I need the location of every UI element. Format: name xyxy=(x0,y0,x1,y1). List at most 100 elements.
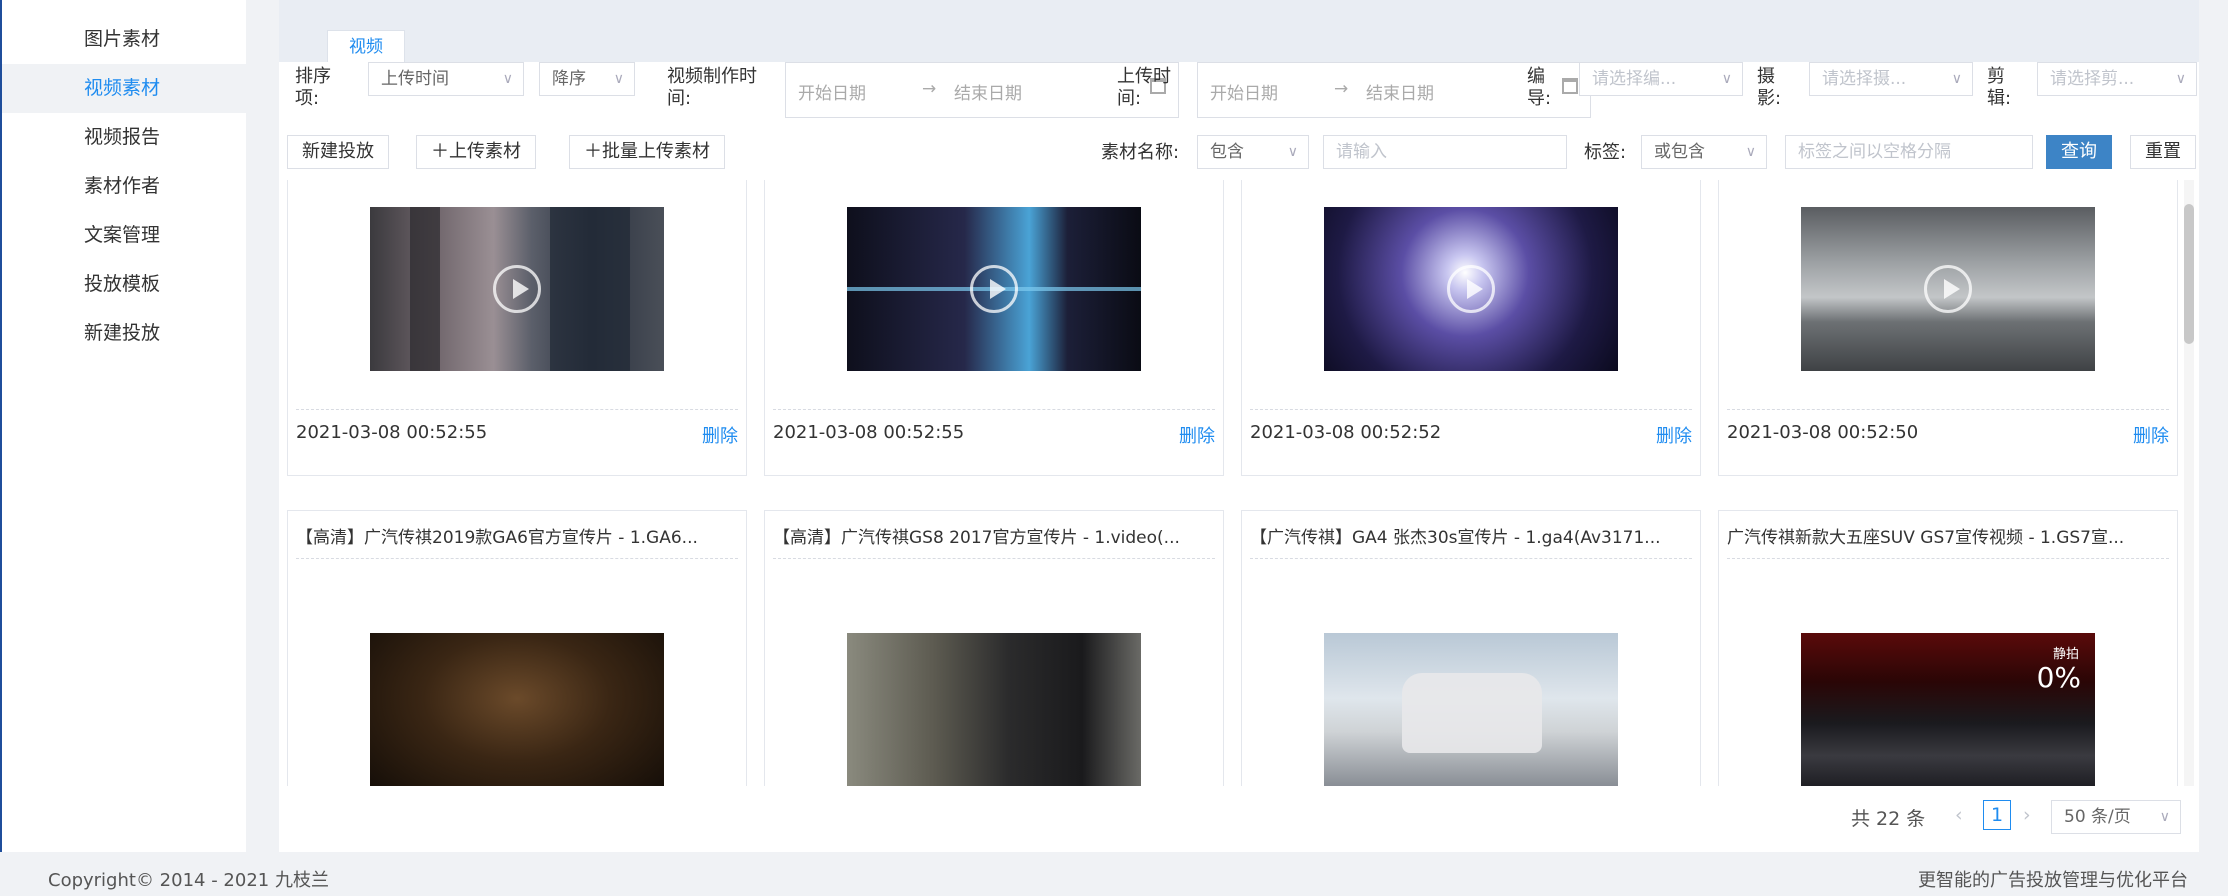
content-area: 排序项: 上传时间 ∨ 降序 ∨ 视频制作时间: 开始日期 → 结束日期 上传时 xyxy=(279,62,2199,852)
delete-link[interactable]: 删除 xyxy=(1179,422,1215,448)
slogan: 更智能的广告投放管理与优化平台 xyxy=(1918,870,2188,891)
video-title: 广汽传祺新款大五座SUV GS7宣传视频 - 1.GS7宣... xyxy=(1727,523,2169,559)
video-card[interactable]: 2021-03-08 00:52:52 删除 xyxy=(1241,180,1701,476)
sidebar: 图片素材 视频素材 视频报告 素材作者 文案管理 投放模板 新建投放 xyxy=(0,0,246,852)
upload-button[interactable]: ＋上传素材 xyxy=(416,135,536,169)
tab-bar: 视频 xyxy=(279,0,2199,62)
upload-date: 2021-03-08 00:52:55 xyxy=(773,422,965,443)
overlay-value: 0% xyxy=(2036,661,2081,694)
video-thumbnail[interactable]: 静拍 0% xyxy=(1801,633,2095,786)
sidebar-item-copy-management[interactable]: 文案管理 xyxy=(2,211,246,260)
video-thumbnail[interactable] xyxy=(370,633,664,786)
tag-input[interactable]: 标签之间以空格分隔 xyxy=(1785,135,2033,169)
video-thumbnail[interactable] xyxy=(1324,207,1618,371)
card-footer: 2021-03-08 00:52:52 删除 xyxy=(1250,409,1692,469)
director-label: 编导: xyxy=(1527,66,1552,109)
video-thumbnail[interactable] xyxy=(847,207,1141,371)
make-start-date[interactable]: 开始日期 xyxy=(798,79,866,104)
upload-date: 2021-03-08 00:52:55 xyxy=(296,422,488,443)
tag-match-value: 或包含 xyxy=(1654,142,1705,162)
video-thumbnail[interactable] xyxy=(1324,633,1618,786)
range-arrow: → xyxy=(922,79,937,99)
new-campaign-button[interactable]: 新建投放 xyxy=(287,135,389,169)
delete-link[interactable]: 删除 xyxy=(702,422,738,448)
make-end-date[interactable]: 结束日期 xyxy=(954,79,1022,104)
pagination-total: 共 22 条 xyxy=(1851,808,1926,830)
camera-select[interactable]: 请选择摄... ∨ xyxy=(1809,62,1973,96)
director-select[interactable]: 请选择编... ∨ xyxy=(1579,62,1743,96)
play-icon[interactable] xyxy=(1447,265,1495,313)
camera-label: 摄影: xyxy=(1757,66,1782,109)
upload-button-label: 上传素材 xyxy=(449,141,521,162)
sidebar-item-video-report[interactable]: 视频报告 xyxy=(2,113,246,162)
editor-label: 剪辑: xyxy=(1987,66,2012,109)
page-number[interactable]: 1 xyxy=(1983,800,2011,830)
video-card[interactable]: 【广汽传祺】GA4 张杰30s宣传片 - 1.ga4(Av3171... xyxy=(1241,510,1701,786)
sidebar-item-asset-authors[interactable]: 素材作者 xyxy=(2,162,246,211)
main-panel: 视频 排序项: 上传时间 ∨ 降序 ∨ 视频制作时间: 开始日期 → 结束日期 xyxy=(279,0,2199,852)
asset-name-match-value: 包含 xyxy=(1210,142,1244,162)
card-footer: 2021-03-08 00:52:55 删除 xyxy=(773,409,1215,469)
editor-select[interactable]: 请选择剪... ∨ xyxy=(2037,62,2197,96)
sidebar-item-new-campaign[interactable]: 新建投放 xyxy=(2,309,246,358)
scrollbar-thumb[interactable] xyxy=(2184,204,2194,344)
range-arrow: → xyxy=(1334,79,1349,99)
play-icon[interactable] xyxy=(493,265,541,313)
sort-field-select[interactable]: 上传时间 ∨ xyxy=(368,62,524,96)
grid-scrollbar[interactable] xyxy=(2184,180,2194,786)
director-placeholder: 请选择编... xyxy=(1592,69,1677,89)
asset-name-match-select[interactable]: 包含 ∨ xyxy=(1197,135,1309,169)
prev-page-icon[interactable]: ‹ xyxy=(1955,804,1963,826)
card-footer: 2021-03-08 00:52:55 删除 xyxy=(296,409,738,469)
page-size-value: 50 条/页 xyxy=(2064,807,2131,827)
asset-name-input[interactable]: 请输入 xyxy=(1323,135,1567,169)
tab-video[interactable]: 视频 xyxy=(327,30,405,62)
calendar-icon xyxy=(1562,78,1578,94)
video-card[interactable]: 2021-03-08 00:52:55 删除 xyxy=(764,180,1224,476)
video-title: 【高清】广汽传祺GS8 2017官方宣传片 - 1.video(... xyxy=(773,523,1215,559)
chevron-down-icon: ∨ xyxy=(613,71,624,87)
query-button[interactable]: 查询 xyxy=(2046,135,2112,169)
sort-order-select[interactable]: 降序 ∨ xyxy=(539,62,635,96)
video-thumbnail[interactable] xyxy=(370,207,664,371)
video-thumbnail[interactable] xyxy=(1801,207,2095,371)
tag-match-select[interactable]: 或包含 ∨ xyxy=(1641,135,1767,169)
overlay-label: 静拍 xyxy=(2052,647,2079,662)
sidebar-item-campaign-templates[interactable]: 投放模板 xyxy=(2,260,246,309)
delete-link[interactable]: 删除 xyxy=(1656,422,1692,448)
chevron-down-icon: ∨ xyxy=(1951,71,1962,87)
filter-row: 排序项: 上传时间 ∨ 降序 ∨ 视频制作时间: 开始日期 → 结束日期 上传时 xyxy=(279,62,2199,122)
page-size-select[interactable]: 50 条/页 ∨ xyxy=(2051,800,2181,834)
copyright: Copyright© 2014 - 2021 九枝兰 xyxy=(48,870,329,891)
chevron-down-icon: ∨ xyxy=(2175,71,2186,87)
video-thumbnail[interactable] xyxy=(847,633,1141,786)
video-card[interactable]: 【高清】广汽传祺2019款GA6官方宣传片 - 1.GA6... xyxy=(287,510,747,786)
reset-button[interactable]: 重置 xyxy=(2130,135,2196,169)
delete-link[interactable]: 删除 xyxy=(2133,422,2169,448)
video-card[interactable]: 广汽传祺新款大五座SUV GS7宣传视频 - 1.GS7宣... 静拍 0% xyxy=(1718,510,2178,786)
video-grid: 2021-03-08 00:52:55 删除 2021-03-08 00:52:… xyxy=(279,180,2189,786)
video-title: 【广汽传祺】GA4 张杰30s宣传片 - 1.ga4(Av3171... xyxy=(1250,523,1692,559)
sidebar-item-video-assets[interactable]: 视频素材 xyxy=(2,64,246,113)
editor-placeholder: 请选择剪... xyxy=(2050,69,2135,89)
batch-upload-button[interactable]: ＋批量上传素材 xyxy=(569,135,725,169)
play-icon[interactable] xyxy=(970,265,1018,313)
chevron-down-icon: ∨ xyxy=(1721,71,1732,87)
upload-start-date[interactable]: 开始日期 xyxy=(1210,79,1278,104)
chevron-down-icon: ∨ xyxy=(1287,144,1298,160)
play-icon[interactable] xyxy=(1924,265,1972,313)
upload-date: 2021-03-08 00:52:50 xyxy=(1727,422,1919,443)
sort-order-value: 降序 xyxy=(552,69,586,89)
video-card[interactable]: 2021-03-08 00:52:50 删除 xyxy=(1718,180,2178,476)
card-footer: 2021-03-08 00:52:50 删除 xyxy=(1727,409,2169,469)
chevron-down-icon: ∨ xyxy=(502,71,513,87)
chevron-down-icon: ∨ xyxy=(2159,809,2170,825)
batch-upload-label: 批量上传素材 xyxy=(602,141,710,162)
video-card[interactable]: 2021-03-08 00:52:55 删除 xyxy=(287,180,747,476)
next-page-icon[interactable]: › xyxy=(2023,804,2031,826)
video-card[interactable]: 【高清】广汽传祺GS8 2017官方宣传片 - 1.video(... xyxy=(764,510,1224,786)
sidebar-item-image-assets[interactable]: 图片素材 xyxy=(2,15,246,64)
camera-placeholder: 请选择摄... xyxy=(1822,69,1907,89)
upload-end-date[interactable]: 结束日期 xyxy=(1366,79,1434,104)
make-time-label: 视频制作时间: xyxy=(667,66,757,109)
